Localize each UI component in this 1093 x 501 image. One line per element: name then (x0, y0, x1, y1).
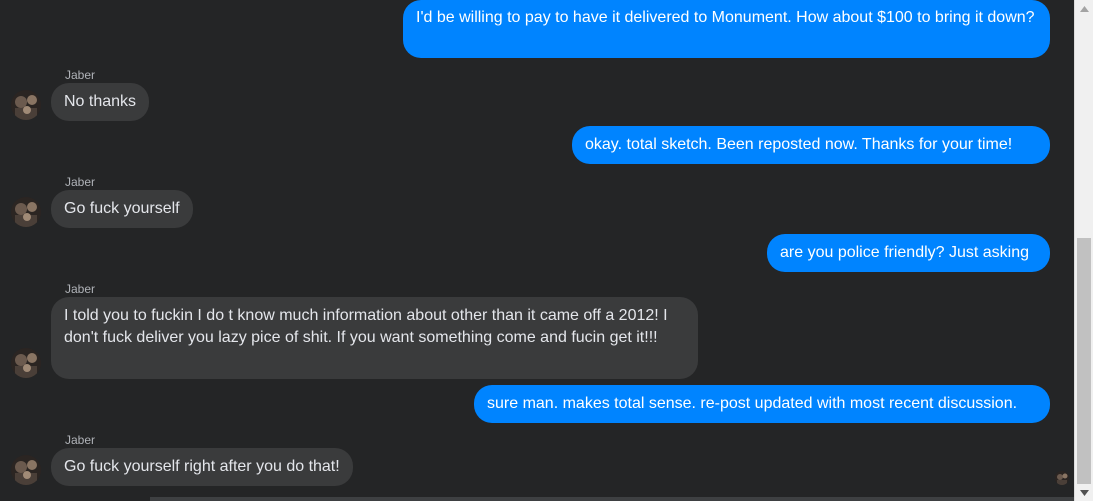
read-receipt-avatar-icon (1055, 471, 1069, 485)
outgoing-message[interactable]: are you police friendly? Just asking (767, 234, 1050, 272)
scroll-up-arrow-icon[interactable] (1075, 0, 1093, 17)
scroll-down-arrow-icon[interactable] (1075, 484, 1093, 501)
incoming-message[interactable]: I told you to fuckin I do t know much in… (51, 297, 698, 379)
scrollbar-thumb[interactable] (1077, 238, 1091, 484)
outgoing-message[interactable]: okay. total sketch. Been reposted now. T… (572, 126, 1050, 164)
outgoing-message[interactable]: sure man. makes total sense. re-post upd… (474, 385, 1050, 423)
incoming-message[interactable]: Go fuck yourself (51, 190, 193, 228)
sender-name: Jaber (65, 282, 96, 296)
composer-edge (150, 497, 1074, 501)
contact-avatar-icon[interactable] (11, 348, 41, 378)
sender-name: Jaber (65, 68, 96, 82)
sender-name: Jaber (65, 433, 96, 447)
outgoing-message[interactable]: I'd be willing to pay to have it deliver… (403, 0, 1050, 58)
vertical-scrollbar[interactable] (1074, 0, 1093, 501)
contact-avatar-icon[interactable] (11, 455, 41, 485)
chat-thread[interactable]: I'd be willing to pay to have it deliver… (0, 0, 1074, 501)
contact-avatar-icon[interactable] (11, 90, 41, 120)
incoming-message[interactable]: No thanks (51, 83, 150, 121)
contact-avatar-icon[interactable] (11, 197, 41, 227)
sender-name: Jaber (65, 175, 96, 189)
incoming-message[interactable]: Go fuck yourself right after you do that… (51, 448, 353, 486)
